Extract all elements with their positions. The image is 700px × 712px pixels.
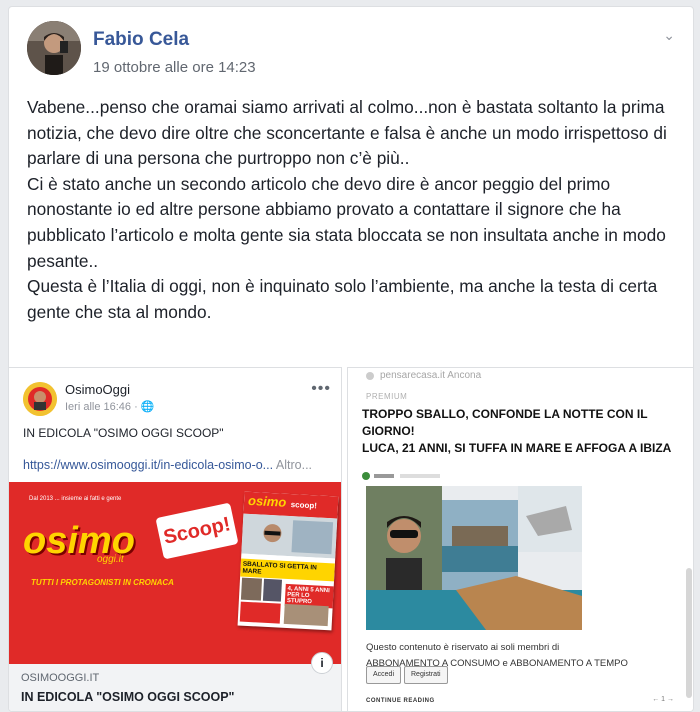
more-options-icon[interactable]: ••• bbox=[311, 380, 331, 398]
site-name: pensarecasa.it Ancona bbox=[380, 370, 482, 381]
login-button[interactable]: Accedi bbox=[366, 666, 402, 684]
magazine-photo bbox=[241, 513, 338, 559]
author-avatar[interactable] bbox=[27, 21, 81, 75]
shared-caption: IN EDICOLA "OSIMO OGGI SCOOP" bbox=[23, 426, 224, 440]
continue-reading-link[interactable]: CONTINUE READING bbox=[366, 698, 435, 704]
author-meta-line bbox=[362, 472, 440, 480]
shared-link[interactable]: https://www.osimooggi.it/in-edicola-osim… bbox=[23, 458, 333, 472]
magazine-logo: osimo bbox=[247, 492, 287, 510]
post-timestamp[interactable]: 19 ottobre alle ore 14:23 bbox=[93, 59, 256, 76]
shared-time: Ieri alle 16:46 · 🌐 bbox=[65, 400, 155, 413]
info-icon[interactable]: i bbox=[311, 652, 333, 674]
link-preview-footer[interactable]: i OSIMOOGGI.IT IN EDICOLA "OSIMO OGGI SC… bbox=[9, 652, 341, 711]
site-favicon-icon bbox=[366, 372, 374, 380]
magazine-cover: osimo scoop! SBALLATO SI GETTA IN MARE 4… bbox=[237, 491, 339, 631]
shared-time-text: Ieri alle 16:46 · bbox=[65, 401, 141, 413]
banner-small-text: Dal 2013 ... insieme ai fatti e gente bbox=[29, 496, 122, 502]
shared-link-url[interactable]: https://www.osimooggi.it/in-edicola-osim… bbox=[23, 458, 273, 472]
magazine-scoop: scoop! bbox=[290, 500, 318, 511]
facebook-post: Fabio Cela 19 ottobre alle ore 14:23 ⌄ V… bbox=[8, 6, 694, 712]
premium-label: PREMIUM bbox=[366, 392, 408, 401]
scoop-badge: Scoop! bbox=[155, 502, 239, 560]
scrollbar[interactable] bbox=[686, 568, 692, 698]
author-name[interactable]: Fabio Cela bbox=[93, 29, 189, 51]
globe-icon: 🌐 bbox=[140, 401, 155, 413]
pager[interactable]: ← 1 → bbox=[652, 696, 674, 703]
link-domain: OSIMOOGGI.IT bbox=[21, 672, 100, 684]
article-photo-content bbox=[366, 486, 582, 630]
banner-logo-sub: oggi.it bbox=[97, 554, 124, 565]
scoop-text: Scoop! bbox=[161, 513, 233, 549]
link-title[interactable]: IN EDICOLA "OSIMO OGGI SCOOP" bbox=[21, 690, 235, 704]
shared-screenshot-left[interactable]: OsimoOggi Ieri alle 16:46 · 🌐 ••• IN EDI… bbox=[9, 367, 342, 711]
page-name[interactable]: OsimoOggi bbox=[65, 382, 130, 397]
see-more-link[interactable]: Altro... bbox=[273, 458, 312, 472]
link-preview-image[interactable]: Dal 2013 ... insieme ai fatti e gente os… bbox=[9, 482, 341, 664]
article-photo bbox=[366, 486, 582, 630]
osimooggi-logo bbox=[23, 382, 57, 416]
chevron-down-icon[interactable]: ⌄ bbox=[663, 27, 675, 44]
magazine-thumbnails bbox=[239, 577, 329, 627]
post-text: Vabene...penso che oramai siamo arrivati… bbox=[27, 97, 667, 322]
shared-screenshot-right[interactable]: pensarecasa.it Ancona PREMIUM TROPPO SBA… bbox=[347, 367, 693, 711]
article-headline: TROPPO SBALLO, CONFONDE LA NOTTE CON IL … bbox=[362, 407, 672, 455]
register-button[interactable]: Registrati bbox=[404, 666, 448, 684]
banner-tagline: TUTTI I PROTAGONISTI IN CRONACA bbox=[31, 578, 174, 587]
